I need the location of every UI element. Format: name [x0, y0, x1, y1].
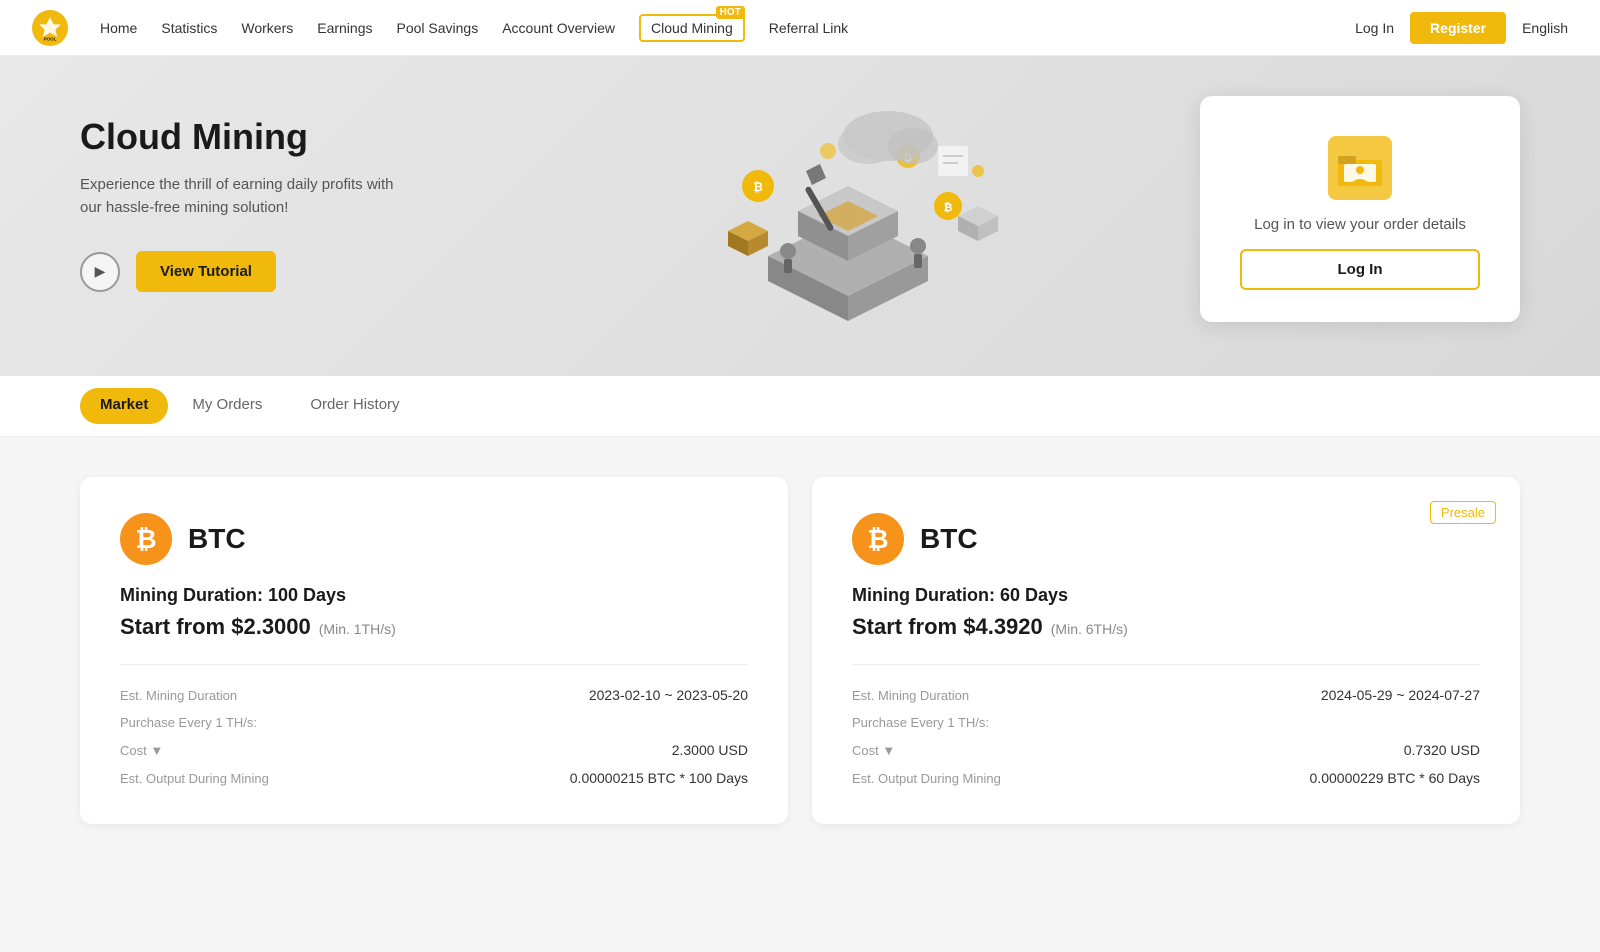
card-2-currency: BTC — [920, 523, 978, 555]
detail-label: Est. Mining Duration — [120, 688, 237, 703]
detail-label: Purchase Every 1 TH/s: — [852, 715, 989, 730]
mining-card-2: Presale ₿ BTC Mining Duration: 60 Days S… — [812, 477, 1520, 824]
cards-grid: ₿ BTC Mining Duration: 100 Days Start fr… — [80, 477, 1520, 824]
mining-illustration: ₿ ₿ ₿ — [658, 96, 1038, 356]
detail-label: Est. Output During Mining — [852, 771, 1001, 786]
btc-icon-2: ₿ — [852, 513, 904, 565]
card-1-currency: BTC — [188, 523, 246, 555]
cloud-mining-label: Cloud Mining — [651, 20, 733, 36]
card-2-price-min: (Min. 6TH/s) — [1051, 621, 1128, 637]
nav-earnings[interactable]: Earnings — [317, 20, 372, 36]
detail-value: 0.7320 USD — [1404, 742, 1480, 758]
play-icon: ▶ — [95, 263, 106, 280]
nav-referral-link[interactable]: Referral Link — [769, 20, 848, 36]
logo[interactable]: POOL — [32, 10, 68, 46]
card-2-price-row: Start from $4.3920 (Min. 6TH/s) — [852, 614, 1480, 640]
detail-label: Est. Output During Mining — [120, 771, 269, 786]
register-button[interactable]: Register — [1410, 12, 1506, 44]
login-card-text: Log in to view your order details — [1254, 216, 1466, 233]
tab-market[interactable]: Market — [80, 388, 168, 424]
hero-left: Cloud Mining Experience the thrill of ea… — [80, 96, 560, 292]
card-1-price: Start from $2.3000 — [120, 614, 311, 640]
card-2-header: ₿ BTC — [852, 513, 1480, 565]
card-2-duration: Mining Duration: 60 Days — [852, 585, 1480, 606]
detail-label-cost[interactable]: Cost ▼ — [120, 743, 163, 758]
hero-subtitle: Experience the thrill of earning daily p… — [80, 174, 400, 219]
nav-pool-savings[interactable]: Pool Savings — [397, 20, 479, 36]
svg-text:POOL: POOL — [44, 36, 57, 41]
detail-label: Est. Mining Duration — [852, 688, 969, 703]
login-card: Log in to view your order details Log In — [1200, 96, 1520, 322]
card-1-detail-1: Purchase Every 1 TH/s: — [120, 709, 748, 736]
card-2-detail-0: Est. Mining Duration 2024-05-29 ~ 2024-0… — [852, 681, 1480, 709]
mining-card-1: ₿ BTC Mining Duration: 100 Days Start fr… — [80, 477, 788, 824]
hot-badge: HOT — [716, 6, 745, 19]
tabs: Market My Orders Order History — [80, 376, 1520, 436]
nav-cloud-mining[interactable]: HOT Cloud Mining — [639, 14, 745, 42]
detail-value: 0.00000215 BTC * 100 Days — [570, 770, 748, 786]
nav-statistics[interactable]: Statistics — [161, 20, 217, 36]
navbar: POOL Home Statistics Workers Earnings Po… — [0, 0, 1600, 56]
order-icon — [1328, 136, 1392, 200]
detail-value: 2024-05-29 ~ 2024-07-27 — [1321, 687, 1480, 703]
card-2-detail-2: Cost ▼ 0.7320 USD — [852, 736, 1480, 764]
tabs-section: Market My Orders Order History — [0, 376, 1600, 437]
card-login-button[interactable]: Log In — [1240, 249, 1480, 290]
play-button[interactable]: ▶ — [80, 252, 120, 292]
card-1-price-min: (Min. 1TH/s) — [319, 621, 396, 637]
detail-label: Purchase Every 1 TH/s: — [120, 715, 257, 730]
tab-order-history[interactable]: Order History — [286, 376, 423, 436]
card-1-duration: Mining Duration: 100 Days — [120, 585, 748, 606]
binance-pool-logo: POOL — [32, 10, 68, 46]
svg-text:₿: ₿ — [753, 180, 763, 194]
nav-account-overview[interactable]: Account Overview — [502, 20, 615, 36]
nav-links: Home Statistics Workers Earnings Pool Sa… — [100, 14, 1355, 42]
card-1-header: ₿ BTC — [120, 513, 748, 565]
nav-workers[interactable]: Workers — [241, 20, 293, 36]
detail-value: 2.3000 USD — [672, 742, 748, 758]
hero-section: Cloud Mining Experience the thrill of ea… — [0, 56, 1600, 376]
cards-section: ₿ BTC Mining Duration: 100 Days Start fr… — [0, 437, 1600, 864]
card-1-price-row: Start from $2.3000 (Min. 1TH/s) — [120, 614, 748, 640]
hero-title: Cloud Mining — [80, 116, 560, 158]
hero-right: Log in to view your order details Log In — [1136, 96, 1520, 352]
nav-home[interactable]: Home — [100, 20, 137, 36]
svg-text:₿: ₿ — [944, 202, 953, 214]
detail-value: 2023-02-10 ~ 2023-05-20 — [589, 687, 748, 703]
login-button[interactable]: Log In — [1355, 20, 1394, 36]
btc-icon-1: ₿ — [120, 513, 172, 565]
card-1-detail-0: Est. Mining Duration 2023-02-10 ~ 2023-0… — [120, 681, 748, 709]
hero-illustration-container: ₿ ₿ ₿ — [560, 96, 1136, 356]
view-tutorial-button[interactable]: View Tutorial — [136, 251, 276, 292]
language-selector[interactable]: English — [1522, 20, 1568, 36]
card-1-details: Est. Mining Duration 2023-02-10 ~ 2023-0… — [120, 664, 748, 792]
card-2-detail-1: Purchase Every 1 TH/s: — [852, 709, 1480, 736]
card-2-details: Est. Mining Duration 2024-05-29 ~ 2024-0… — [852, 664, 1480, 792]
card-2-detail-3: Est. Output During Mining 0.00000229 BTC… — [852, 764, 1480, 792]
card-1-detail-2: Cost ▼ 2.3000 USD — [120, 736, 748, 764]
card-2-price: Start from $4.3920 — [852, 614, 1043, 640]
detail-label-cost[interactable]: Cost ▼ — [852, 743, 895, 758]
presale-badge: Presale — [1430, 501, 1496, 524]
nav-right: Log In Register English — [1355, 12, 1568, 44]
folder-icon — [1336, 148, 1384, 188]
detail-value: 0.00000229 BTC * 60 Days — [1310, 770, 1480, 786]
card-1-detail-3: Est. Output During Mining 0.00000215 BTC… — [120, 764, 748, 792]
hero-actions: ▶ View Tutorial — [80, 251, 560, 292]
tab-my-orders[interactable]: My Orders — [168, 376, 286, 436]
